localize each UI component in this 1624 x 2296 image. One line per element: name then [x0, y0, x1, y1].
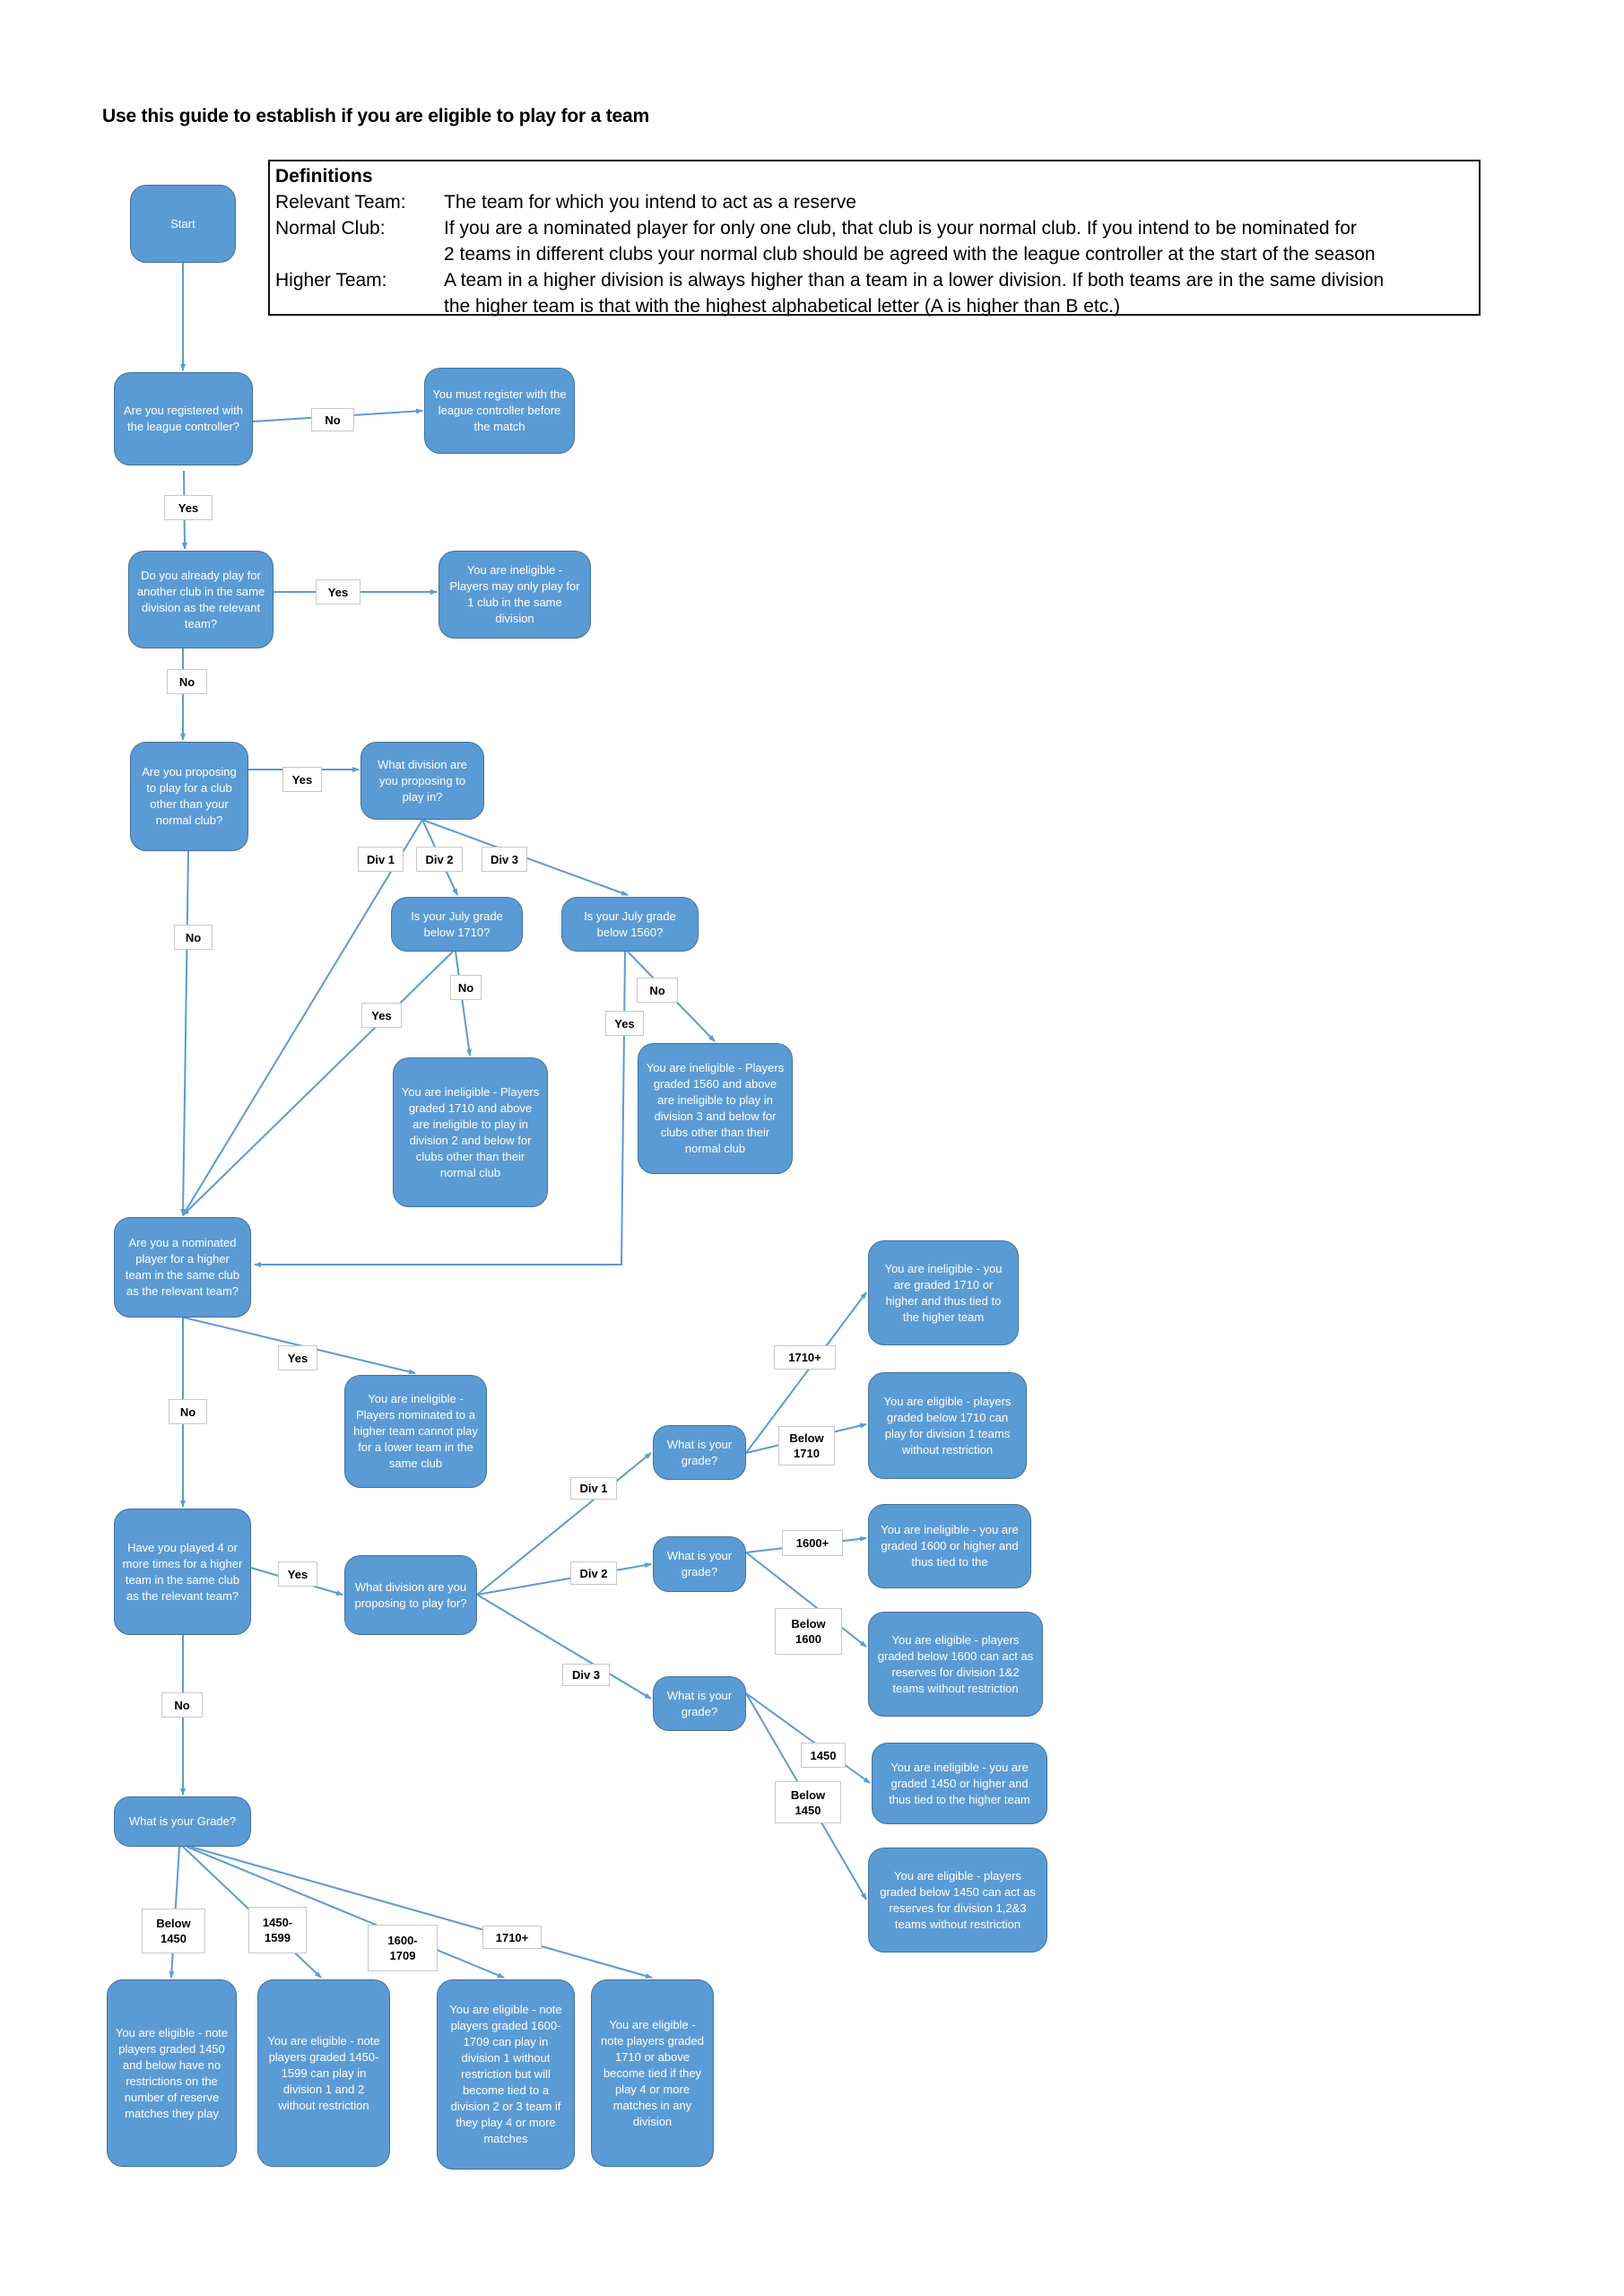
label-grade-1710-plus: 1710+ [774, 1345, 836, 1370]
node-eligible-1450-1599: You are eligible - note players graded 1… [257, 1979, 390, 2167]
node-eligible-below-1450: You are eligible - note players graded 1… [107, 1979, 237, 2167]
label-div-2: Div 2 [570, 1561, 617, 1585]
label-grade-1600-plus: 1600+ [782, 1530, 843, 1556]
definitions-box: Definitions Relevant Team: The team for … [268, 160, 1481, 319]
label-div-1: Div 1 [570, 1477, 617, 1500]
label-bottom-1600-1709: 1600- 1709 [368, 1925, 438, 1971]
label-grade-below-1450: Below 1450 [775, 1781, 841, 1823]
connector-div2-b [476, 1562, 652, 1596]
label-yes: Yes [164, 495, 213, 520]
node-ineligible-1600-tied: You are ineligible - you are graded 1600… [868, 1504, 1031, 1588]
label-div-3: Div 3 [562, 1664, 610, 1686]
connector-layer [169, 263, 871, 1979]
node-q-division-for: What division are you proposing to play … [344, 1555, 477, 1635]
node-must-register: You must register with the league contro… [424, 368, 575, 454]
node-q-played-4: Have you played 4 or more times for a hi… [114, 1509, 251, 1635]
label-yes: Yes [282, 767, 322, 792]
connector-july1710-no [455, 951, 473, 1057]
node-q-grade-div2: What is your grade? [653, 1536, 746, 1592]
label-yes: Yes [361, 1003, 402, 1028]
label-no: No [167, 669, 207, 694]
node-q-july-1710: Is your July grade below 1710? [391, 897, 523, 952]
node-ineligible-1450-tied: You are ineligible - you are graded 1450… [872, 1743, 1047, 1824]
definition-line: A team in a higher division is always hi… [444, 270, 1385, 291]
definition-term: Relevant Team: [275, 192, 406, 213]
definition-higher-team: Higher Team: A team in a higher division… [275, 267, 1473, 319]
definition-term: Normal Club: [275, 218, 386, 239]
connector-g1450 [745, 1692, 871, 1784]
label-yes: Yes [278, 1345, 317, 1370]
node-ineligible-1710-tied: You are ineligible - you are graded 1710… [868, 1240, 1019, 1345]
node-start: Start [130, 185, 236, 263]
node-eligible-below-1710: You are eligible - players graded below … [868, 1372, 1027, 1479]
label-div-3: Div 3 [482, 847, 527, 872]
node-q-registered: Are you registered with the league contr… [114, 372, 253, 465]
node-eligible-below-1450-div: You are eligible - players graded below … [868, 1848, 1047, 1952]
definition-relevant-team: Relevant Team: The team for which you in… [275, 189, 1473, 215]
label-bottom-1710-plus: 1710+ [482, 1926, 542, 1949]
label-yes: Yes [316, 579, 360, 604]
node-ineligible-nominated: You are ineligible - Players nominated t… [344, 1375, 487, 1488]
definitions-heading: Definitions [275, 166, 373, 187]
label-div-2: Div 2 [416, 847, 463, 872]
flowchart-canvas: Use this guide to establish if you are e… [0, 0, 1624, 2296]
node-eligible-1710-plus: You are eligible - note players graded 1… [591, 1979, 714, 2167]
page-title: Use this guide to establish if you are e… [102, 106, 649, 126]
label-grade-1450: 1450 [801, 1743, 846, 1768]
label-bottom-1450-1599: 1450- 1599 [248, 1907, 307, 1953]
node-q-july-1560: Is your July grade below 1560? [561, 897, 699, 952]
definition-line: the higher team is that with the highest… [444, 296, 1121, 317]
connector-div1-b [476, 1452, 652, 1596]
definition-line: The team for which you intend to act as … [444, 192, 856, 213]
node-q-grade-div1: What is your grade? [653, 1425, 746, 1480]
label-yes: Yes [278, 1561, 317, 1587]
connector-b-1600-1709 [186, 1846, 505, 1979]
node-ineligible-1710-div2: You are ineligible - Players graded 1710… [393, 1057, 548, 1207]
definition-desc: The team for which you intend to act as … [444, 189, 1473, 215]
definition-line: If you are a nominated player for only o… [444, 218, 1357, 239]
connector-other-club-no [180, 850, 189, 1216]
label-no: No [450, 975, 482, 1000]
node-eligible-1600-1709: You are eligible - note players graded 1… [437, 1979, 575, 2170]
node-eligible-below-1600: You are eligible - players graded below … [868, 1612, 1043, 1717]
node-q-your-grade: What is your Grade? [114, 1796, 251, 1847]
definition-term: Higher Team: [275, 270, 387, 291]
label-bottom-below-1450: Below 1450 [142, 1909, 205, 1953]
node-ineligible-1560-div3: You are ineligible - Players graded 1560… [638, 1043, 793, 1174]
label-no: No [161, 1692, 203, 1718]
label-no: No [169, 1399, 207, 1424]
definition-normal-club: Normal Club: If you are a nominated play… [275, 215, 1473, 267]
label-yes: Yes [605, 1011, 644, 1036]
definition-line: 2 teams in different clubs your normal c… [444, 244, 1376, 265]
label-no: No [174, 925, 213, 950]
node-q-other-club: Are you proposing to play for a club oth… [130, 742, 248, 851]
node-q-grade-div3: What is your grade? [653, 1676, 746, 1731]
label-no: No [311, 408, 354, 431]
label-grade-below-1600: Below 1600 [775, 1608, 842, 1655]
label-no: No [637, 978, 678, 1003]
definition-desc: If you are a nominated player for only o… [444, 215, 1473, 267]
label-div-1: Div 1 [358, 847, 404, 872]
node-q-division-in: What division are you proposing to play … [360, 742, 484, 820]
node-ineligible-one-club: You are ineligible - Players may only pl… [439, 551, 591, 639]
label-grade-below-1710: Below 1710 [778, 1426, 835, 1465]
node-q-already-play: Do you already play for another club in … [128, 551, 274, 648]
node-q-nominated-higher: Are you a nominated player for a higher … [114, 1217, 251, 1318]
definition-desc: A team in a higher division is always hi… [444, 267, 1473, 319]
